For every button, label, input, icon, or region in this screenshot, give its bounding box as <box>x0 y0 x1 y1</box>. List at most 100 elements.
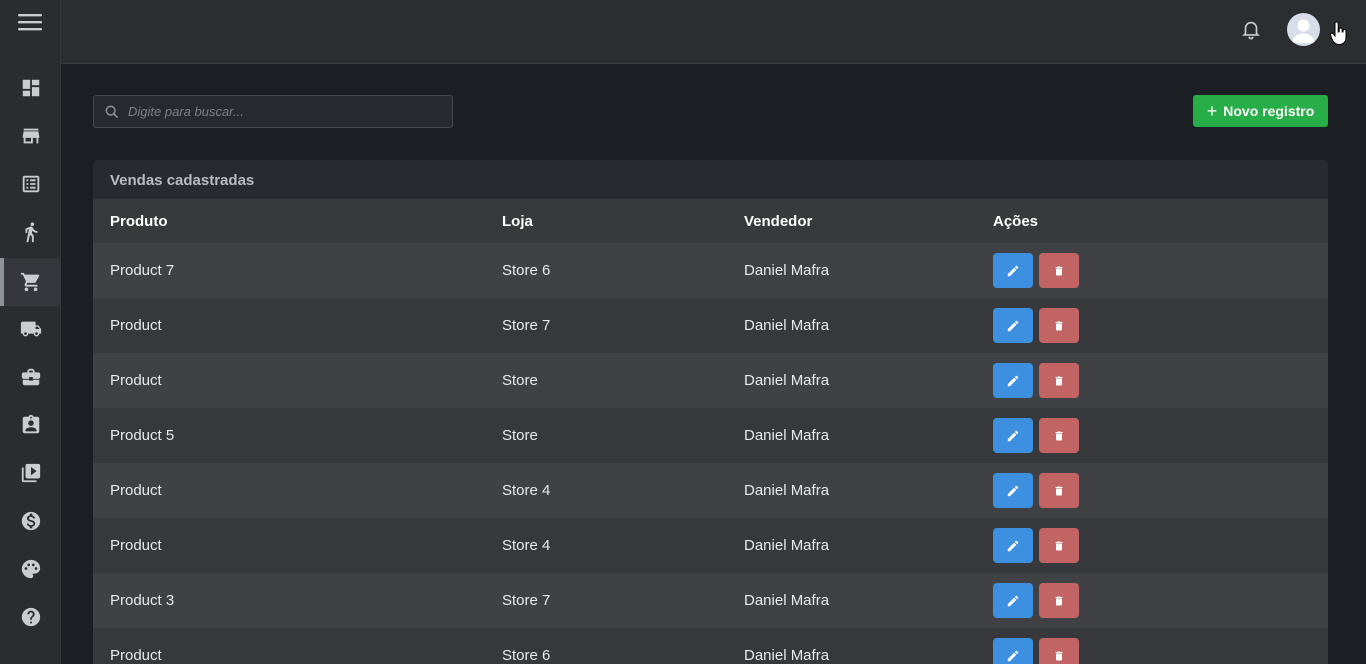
cell-product: Product <box>110 482 162 499</box>
pencil-icon <box>1007 430 1019 441</box>
cell-actions <box>993 518 1328 573</box>
video-library-icon <box>21 463 40 483</box>
hand-cursor-icon <box>1329 20 1348 46</box>
card-title: Vendas cadastradas <box>93 160 1328 199</box>
cell-seller: Daniel Mafra <box>744 317 830 334</box>
pencil-icon <box>1007 375 1019 386</box>
cell-product: Product <box>110 372 162 389</box>
pencil-icon <box>1007 540 1019 551</box>
sales-card: Vendas cadastradas Produto Loja Vendedor… <box>93 160 1328 664</box>
table-header-row: Produto Loja Vendedor Ações <box>93 199 1328 243</box>
cell-seller: Daniel Mafra <box>744 262 830 279</box>
edit-button[interactable] <box>993 528 1033 563</box>
sidebar-item-help[interactable] <box>0 593 61 641</box>
cell-store: Store 6 <box>502 262 551 279</box>
search-input[interactable] <box>128 104 428 119</box>
truck-icon <box>20 321 41 337</box>
cell-seller: Daniel Mafra <box>744 372 830 389</box>
new-record-button[interactable]: + Novo registro <box>1193 95 1328 127</box>
cell-store: Store <box>502 427 538 444</box>
notification-bell-icon[interactable] <box>1240 17 1262 41</box>
sidebar-item-list[interactable] <box>0 160 61 208</box>
hamburger-menu-icon[interactable] <box>17 12 45 32</box>
new-record-label: Novo registro <box>1223 103 1315 119</box>
trash-icon <box>1055 266 1063 275</box>
delete-button[interactable] <box>1039 363 1079 398</box>
table-row: Product 7 Store 6 Daniel Mafra <box>93 243 1328 298</box>
edit-button[interactable] <box>993 253 1033 288</box>
edit-button[interactable] <box>993 473 1033 508</box>
cell-store: Store 4 <box>502 537 551 554</box>
trash-icon <box>1055 321 1063 330</box>
header-seller: Vendedor <box>744 212 813 230</box>
search-icon <box>105 105 119 118</box>
cell-seller: Daniel Mafra <box>744 427 830 444</box>
table-row: Product 5 Store Daniel Mafra <box>93 408 1328 463</box>
palette-icon <box>21 559 40 579</box>
delete-button[interactable] <box>1039 473 1079 508</box>
cell-seller: Daniel Mafra <box>744 482 830 499</box>
sales-table: Produto Loja Vendedor Ações Product 7 St… <box>93 199 1328 664</box>
edit-button[interactable] <box>993 583 1033 618</box>
cell-actions <box>993 463 1328 518</box>
sidebar-item-sellers[interactable] <box>0 208 61 256</box>
cell-actions <box>993 408 1328 463</box>
header-product: Produto <box>110 212 168 230</box>
dashboard-icon <box>22 79 39 97</box>
pencil-icon <box>1007 485 1019 496</box>
cell-store: Store 7 <box>502 592 551 609</box>
sidebar-item-dashboard[interactable] <box>0 64 61 112</box>
trash-icon <box>1055 486 1063 495</box>
cell-product: Product 5 <box>110 427 175 444</box>
trash-icon <box>1055 651 1063 660</box>
cell-product: Product 3 <box>110 592 175 609</box>
search-box[interactable] <box>93 95 453 128</box>
delete-button[interactable] <box>1039 583 1079 618</box>
delete-button[interactable] <box>1039 418 1079 453</box>
table-row: Product Store 6 Daniel Mafra <box>93 628 1328 664</box>
sidebar-item-theme[interactable] <box>0 545 61 593</box>
pencil-icon <box>1007 650 1019 661</box>
sidebar-item-finance[interactable] <box>0 497 61 545</box>
top-bar <box>61 0 1366 64</box>
cell-product: Product <box>110 647 162 664</box>
edit-button[interactable] <box>993 363 1033 398</box>
cell-actions <box>993 298 1328 353</box>
edit-button[interactable] <box>993 638 1033 664</box>
sidebar <box>0 0 61 664</box>
edit-button[interactable] <box>993 308 1033 343</box>
list-icon <box>22 175 39 193</box>
trash-icon <box>1055 596 1063 605</box>
cell-store: Store 7 <box>502 317 551 334</box>
pencil-icon <box>1007 265 1019 276</box>
delete-button[interactable] <box>1039 253 1079 288</box>
dollar-icon <box>21 511 40 531</box>
sidebar-item-stores[interactable] <box>0 112 61 160</box>
sidebar-item-media[interactable] <box>0 449 61 497</box>
shopping-cart-icon <box>20 272 39 292</box>
store-icon <box>22 128 39 144</box>
help-icon <box>21 607 40 627</box>
header-store: Loja <box>502 212 533 230</box>
user-avatar[interactable] <box>1287 13 1320 46</box>
sidebar-item-badge[interactable] <box>0 401 61 449</box>
cell-seller: Daniel Mafra <box>744 537 830 554</box>
sidebar-item-sales[interactable] <box>0 258 61 306</box>
sidebar-item-work[interactable] <box>0 353 61 401</box>
pencil-icon <box>1007 320 1019 331</box>
delete-button[interactable] <box>1039 638 1079 664</box>
cell-product: Product <box>110 317 162 334</box>
cell-actions <box>993 353 1328 408</box>
cell-seller: Daniel Mafra <box>744 592 830 609</box>
edit-button[interactable] <box>993 418 1033 453</box>
sidebar-item-delivery[interactable] <box>0 305 61 353</box>
pencil-icon <box>1007 595 1019 606</box>
cell-actions <box>993 628 1328 664</box>
table-row: Product 3 Store 7 Daniel Mafra <box>93 573 1328 628</box>
delete-button[interactable] <box>1039 308 1079 343</box>
cell-actions <box>993 573 1328 628</box>
trash-icon <box>1055 541 1063 550</box>
cell-seller: Daniel Mafra <box>744 647 830 664</box>
delete-button[interactable] <box>1039 528 1079 563</box>
table-row: Product Store 7 Daniel Mafra <box>93 298 1328 353</box>
